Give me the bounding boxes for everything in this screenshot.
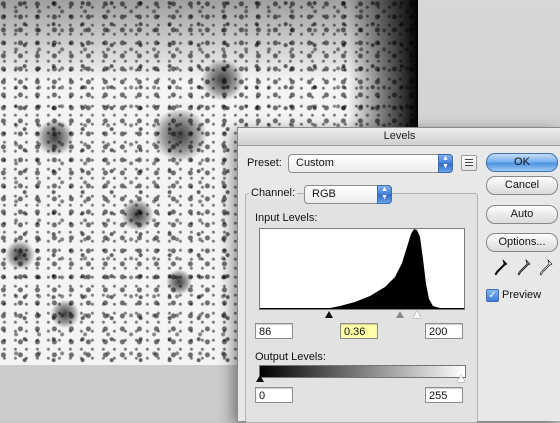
input-black-slider[interactable] (325, 311, 333, 318)
black-eyedropper-icon[interactable] (494, 259, 508, 277)
histogram (259, 228, 465, 310)
preset-value: Custom (296, 157, 334, 169)
input-white-slider[interactable] (413, 311, 421, 318)
output-gradient-bar (259, 365, 466, 378)
output-white-field[interactable]: 255 (425, 387, 463, 403)
input-levels-label: Input Levels: (255, 212, 318, 224)
preview-label: Preview (502, 289, 542, 301)
input-gamma-field[interactable]: 0.36 (340, 323, 378, 339)
auto-button[interactable]: Auto (486, 205, 558, 224)
dropdown-arrows-icon: ▲ ▼ (438, 154, 453, 173)
input-black-field[interactable]: 86 (255, 323, 293, 339)
white-eyedropper-icon[interactable] (539, 259, 553, 277)
preset-label: Preset: (247, 157, 282, 169)
cancel-button[interactable]: Cancel (486, 176, 558, 195)
dropdown-arrows-icon: ▲ ▼ (377, 185, 392, 204)
channel-value: RGB (312, 188, 336, 200)
output-black-slider[interactable] (256, 375, 264, 382)
list-menu-icon[interactable] (461, 155, 477, 171)
channel-label: Channel: (249, 187, 298, 199)
dialog-title: Levels (238, 128, 560, 146)
preview-checkbox[interactable]: ✓ (486, 289, 499, 302)
histogram-graph (260, 229, 464, 309)
ok-button[interactable]: OK (486, 153, 558, 172)
input-white-field[interactable]: 200 (425, 323, 463, 339)
output-white-slider[interactable] (457, 375, 465, 382)
input-gamma-slider[interactable] (396, 311, 404, 318)
output-levels-label: Output Levels: (255, 351, 326, 363)
levels-dialog: Levels Preset: Custom ▲ ▼ Channel: RGB ▲ ▼… (237, 127, 560, 423)
output-black-field[interactable]: 0 (255, 387, 293, 403)
preset-dropdown[interactable]: Custom ▲ ▼ (288, 154, 453, 173)
options-button[interactable]: Options... (486, 233, 558, 252)
gray-eyedropper-icon[interactable] (517, 259, 531, 277)
channel-dropdown[interactable]: RGB ▲ ▼ (304, 185, 392, 204)
